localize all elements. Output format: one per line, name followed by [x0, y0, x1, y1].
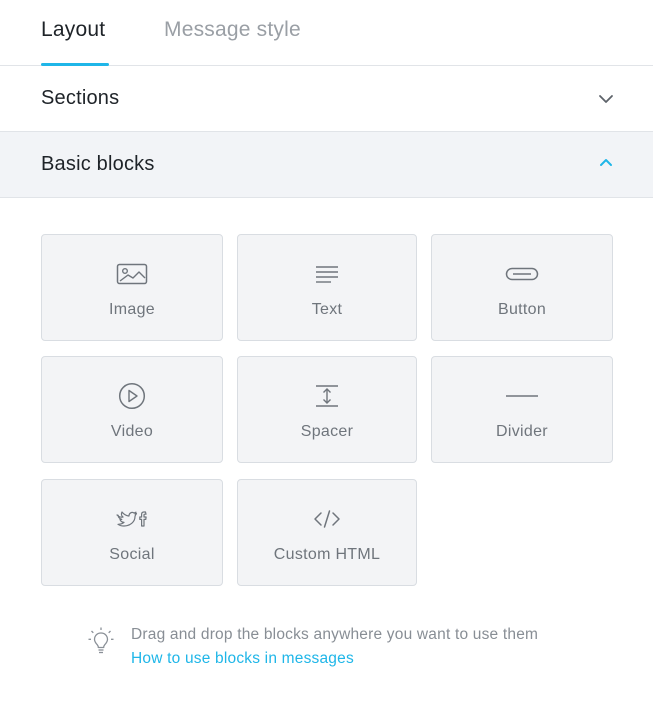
button-pill-icon [505, 261, 539, 287]
sections-accordion-header[interactable]: Sections [0, 66, 653, 132]
block-video[interactable]: Video [41, 356, 223, 463]
tab-message-style[interactable]: Message style [164, 18, 301, 42]
tab-layout[interactable]: Layout [41, 18, 105, 42]
block-label: Divider [496, 423, 548, 440]
basic-blocks-accordion-header[interactable]: Basic blocks [0, 132, 653, 198]
block-label: Spacer [300, 423, 354, 440]
lightbulb-icon [88, 627, 114, 654]
block-text[interactable]: Text [237, 234, 417, 341]
basic-blocks-panel: Image Text Button Video Spacer Divider S… [0, 198, 653, 708]
chevron-down-icon [599, 95, 613, 103]
play-circle-icon [115, 382, 149, 410]
block-label: Image [109, 301, 155, 318]
divider-line-icon [505, 383, 539, 409]
block-spacer[interactable]: Spacer [237, 356, 417, 463]
block-label: Text [311, 301, 343, 318]
social-twitter-facebook-icon [115, 506, 149, 532]
text-lines-icon [310, 261, 344, 287]
block-social[interactable]: Social [41, 479, 223, 586]
block-label: Video [110, 423, 154, 440]
how-to-use-blocks-link[interactable]: How to use blocks in messages [131, 650, 354, 668]
chevron-up-icon [600, 159, 612, 166]
code-brackets-icon [310, 506, 344, 532]
block-image[interactable]: Image [41, 234, 223, 341]
block-label: Social [109, 546, 155, 563]
sections-title: Sections [41, 87, 120, 109]
block-button[interactable]: Button [431, 234, 613, 341]
block-divider[interactable]: Divider [431, 356, 613, 463]
spacer-icon [310, 383, 344, 409]
block-label: Custom HTML [273, 546, 381, 563]
block-label: Button [497, 301, 547, 318]
image-icon [115, 261, 149, 287]
tab-bar: Layout Message style [0, 0, 653, 66]
block-custom-html[interactable]: Custom HTML [237, 479, 417, 586]
basic-blocks-title: Basic blocks [41, 153, 155, 175]
hint-text: Drag and drop the blocks anywhere you wa… [131, 626, 539, 643]
